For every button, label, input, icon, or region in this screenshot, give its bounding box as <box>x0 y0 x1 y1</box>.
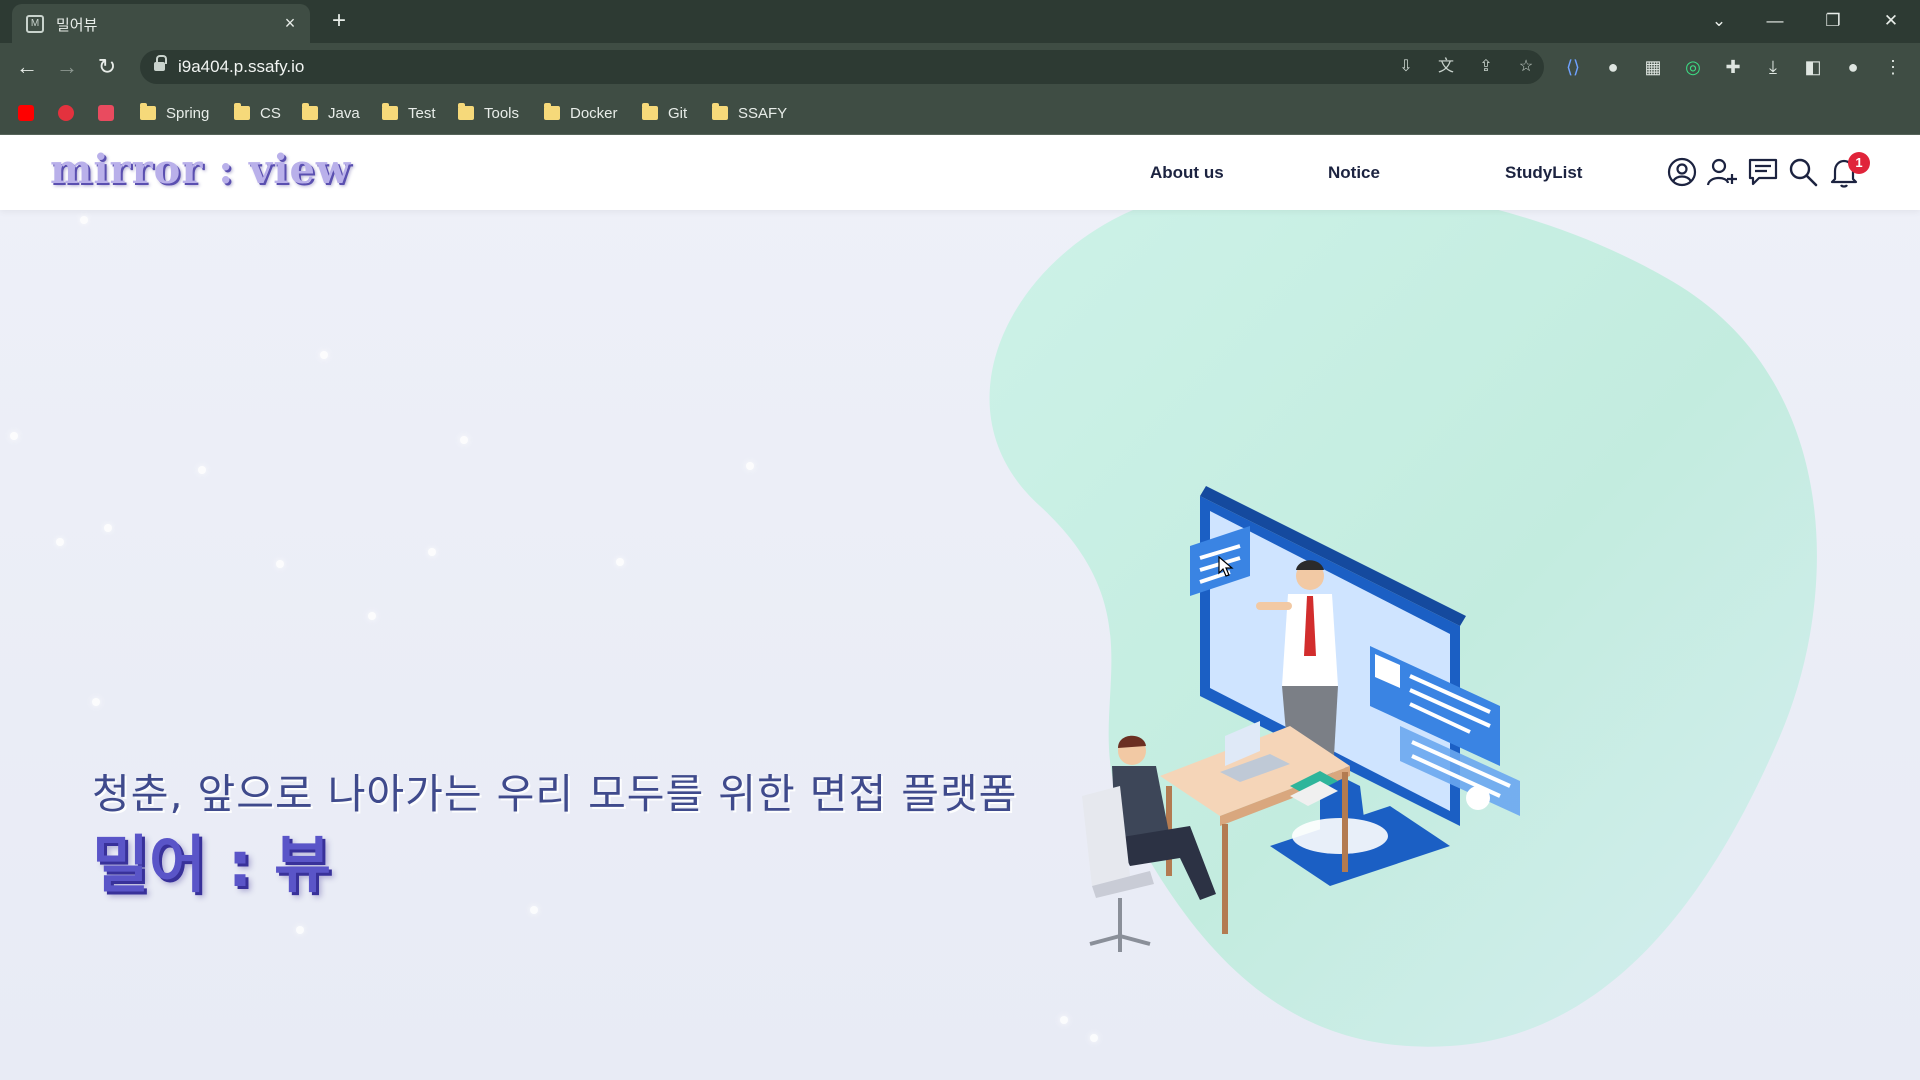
translate-icon[interactable]: 文 <box>1436 58 1456 76</box>
bookmarks-bar: Spring CS Java Test Tools Docker Git SSA… <box>0 91 1920 135</box>
bookmark-folder-tools[interactable]: Tools <box>458 102 519 124</box>
bookmark-label: Spring <box>166 104 210 122</box>
sparkle <box>10 432 18 440</box>
hero-subtitle: 청춘, 앞으로 나아가는 우리 모두를 위한 면접 플랫폼 <box>92 770 1018 818</box>
browser-tab-strip: M 밀어뷰 × + ⌄ — ❐ ✕ <box>0 0 1920 43</box>
mouse-cursor-icon <box>1218 556 1234 577</box>
folder-icon <box>140 103 156 120</box>
back-arrow-icon[interactable]: ← <box>12 52 42 82</box>
extensions-puzzle-icon[interactable]: ✚ <box>1720 54 1746 80</box>
youtube-icon <box>18 105 34 121</box>
new-tab-button[interactable]: + <box>326 8 352 34</box>
forward-arrow-icon[interactable]: → <box>52 52 82 82</box>
chat-icon[interactable] <box>1747 156 1779 188</box>
folder-icon <box>234 103 250 120</box>
folder-icon <box>302 103 318 120</box>
online-interview-illustration <box>1082 486 1520 952</box>
bookmark-label: Git <box>668 104 688 122</box>
sparkle <box>276 560 284 568</box>
bookmark-label: Docker <box>570 104 618 122</box>
sparkle <box>530 906 538 914</box>
profile-avatar-icon[interactable]: ● <box>1840 54 1866 80</box>
bookmark-c[interactable] <box>98 102 114 124</box>
bookmark-folder-java[interactable]: Java <box>302 102 360 124</box>
site-logo[interactable]: mirror : view <box>50 146 351 193</box>
bookmark-label: CS <box>260 104 281 122</box>
restore-button[interactable]: ❐ <box>1810 6 1856 36</box>
bookmark-label: Test <box>408 104 436 122</box>
hero-title: 밀어 : 뷰 <box>92 828 332 901</box>
sparkle <box>428 548 436 556</box>
bookmark-folder-test[interactable]: Test <box>382 102 436 124</box>
browser-menu-icon[interactable]: ⋮ <box>1880 54 1906 80</box>
sparkle <box>616 558 624 566</box>
sparkle <box>80 216 88 224</box>
minimize-button[interactable]: — <box>1752 6 1798 36</box>
tab-title: 밀어뷰 <box>56 17 98 34</box>
circle-play-icon <box>58 105 74 121</box>
bookmark-player[interactable] <box>58 102 74 124</box>
bookmark-label: Tools <box>484 104 520 122</box>
browser-tab[interactable]: M 밀어뷰 × <box>12 4 310 43</box>
bookmark-label: SSAFY <box>738 104 788 122</box>
extension-shield-icon[interactable]: ● <box>1600 54 1626 80</box>
nav-notice[interactable]: Notice <box>1328 163 1380 183</box>
share-icon[interactable]: ⇪ <box>1476 58 1496 76</box>
profile-icon[interactable] <box>1666 156 1698 188</box>
folder-icon <box>458 103 474 120</box>
close-window-button[interactable]: ✕ <box>1868 6 1914 36</box>
install-app-icon[interactable]: ⇩ <box>1396 58 1416 76</box>
bookmark-star-icon[interactable]: ☆ <box>1516 58 1536 76</box>
bookmark-folder-git[interactable]: Git <box>642 102 687 124</box>
site-header: mirror : view About us Notice StudyList … <box>0 136 1920 210</box>
extension-translate-icon[interactable]: ⟨⟩ <box>1560 54 1586 80</box>
browser-toolbar: ← → ↻ i9a404.p.ssafy.io ⇩ 文 ⇪ ☆ ⟨⟩ ● ▦ ◎… <box>0 43 1920 91</box>
lock-icon <box>154 55 167 73</box>
folder-icon <box>382 103 398 120</box>
add-user-icon[interactable] <box>1706 156 1738 188</box>
bookmark-folder-docker[interactable]: Docker <box>544 102 618 124</box>
tab-search-icon[interactable]: ⌄ <box>1696 6 1742 36</box>
folder-icon <box>544 103 560 120</box>
folder-icon <box>642 103 658 120</box>
nav-study-list[interactable]: StudyList <box>1505 163 1582 183</box>
bookmark-label: Java <box>328 104 360 122</box>
sparkle <box>104 524 112 532</box>
web-page: mirror : view About us Notice StudyList … <box>0 136 1920 1080</box>
folder-icon <box>712 103 728 120</box>
side-panel-icon[interactable]: ◧ <box>1800 54 1826 80</box>
sparkle <box>296 926 304 934</box>
sparkle <box>320 351 328 359</box>
downloads-icon[interactable]: ⤓ <box>1760 54 1786 80</box>
site-favicon-icon: M <box>26 15 44 33</box>
bookmark-folder-spring[interactable]: Spring <box>140 102 209 124</box>
extension-keyboard-icon[interactable]: ▦ <box>1640 54 1666 80</box>
address-bar[interactable]: i9a404.p.ssafy.io ⇩ 文 ⇪ ☆ <box>140 50 1544 84</box>
sparkle <box>368 612 376 620</box>
sparkle <box>92 698 100 706</box>
sparkle <box>746 462 754 470</box>
url-text[interactable]: i9a404.p.ssafy.io <box>178 57 304 77</box>
reload-icon[interactable]: ↻ <box>92 52 122 82</box>
search-icon[interactable] <box>1787 156 1819 188</box>
sparkle <box>198 466 206 474</box>
bookmark-folder-cs[interactable]: CS <box>234 102 281 124</box>
extension-circle-icon[interactable]: ◎ <box>1680 54 1706 80</box>
sparkle <box>56 538 64 546</box>
bookmark-youtube[interactable] <box>18 102 34 124</box>
sparkle <box>460 436 468 444</box>
sparkle <box>1060 1016 1068 1024</box>
notification-badge: 1 <box>1848 152 1870 174</box>
tab-close-icon[interactable]: × <box>280 13 300 33</box>
bookmark-folder-ssafy[interactable]: SSAFY <box>712 102 787 124</box>
c-icon <box>98 105 114 121</box>
nav-about-us[interactable]: About us <box>1150 163 1224 183</box>
sparkle <box>1090 1034 1098 1042</box>
